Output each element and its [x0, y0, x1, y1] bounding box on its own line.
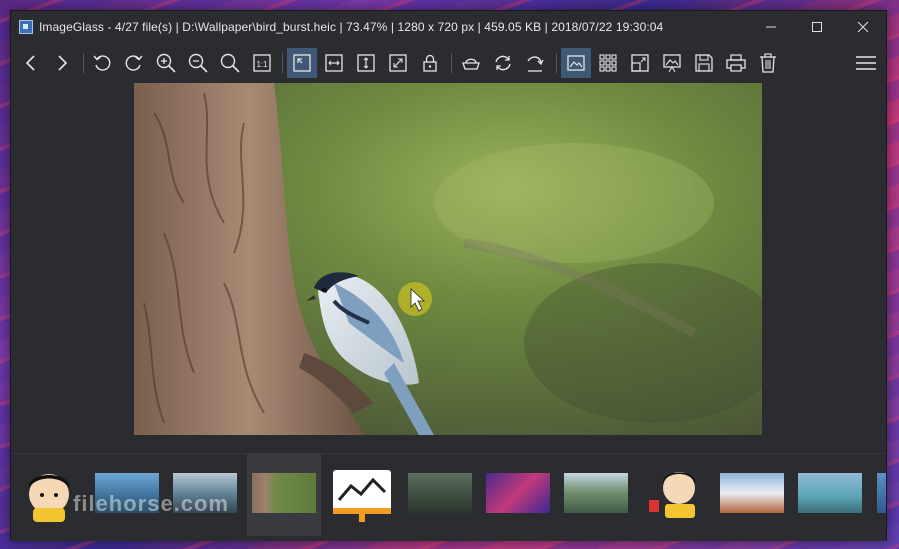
trash-icon — [760, 53, 776, 73]
chart-app-thumbnail — [333, 470, 391, 522]
checkerboard-button[interactable] — [593, 48, 623, 78]
open-with-button[interactable] — [456, 48, 486, 78]
rotate-right-button[interactable] — [119, 48, 149, 78]
thumbnail-item[interactable] — [19, 464, 79, 524]
bird-photo — [134, 83, 762, 435]
thumbnail-bar: filehorse.com — [11, 453, 886, 541]
main-menu-button[interactable] — [851, 48, 881, 78]
open-with-icon — [462, 58, 480, 70]
scale-to-height-button[interactable] — [351, 48, 381, 78]
fullscreen-button[interactable] — [625, 48, 655, 78]
zoom-out-button[interactable] — [183, 48, 213, 78]
svg-text:1:1: 1:1 — [256, 60, 268, 69]
hamburger-menu-icon — [856, 56, 876, 70]
toolbar-separator — [83, 53, 84, 73]
chevron-left-icon — [25, 55, 35, 71]
next-image-button[interactable] — [47, 48, 77, 78]
window-title: ImageGlass - 4/27 file(s) | D:\Wallpaper… — [39, 20, 664, 34]
refresh-button[interactable] — [488, 48, 518, 78]
refresh-icon — [495, 55, 511, 71]
slideshow-icon — [663, 54, 681, 73]
scale-to-width-button[interactable] — [319, 48, 349, 78]
thumbnail-item[interactable] — [486, 473, 550, 513]
scale-to-fit-button[interactable] — [215, 48, 245, 78]
fullscreen-icon — [631, 54, 649, 72]
thumbnail-bar-button[interactable] — [561, 48, 591, 78]
save-icon — [695, 54, 713, 72]
app-icon — [19, 20, 33, 34]
actual-size-button[interactable]: 1:1 — [247, 48, 277, 78]
thumbnail-item[interactable] — [720, 473, 784, 513]
actual-size-icon: 1:1 — [253, 54, 271, 72]
lock-icon — [423, 54, 437, 72]
slideshow-button[interactable] — [657, 48, 687, 78]
scale-fill-icon — [389, 54, 407, 72]
thumbnail-item[interactable] — [408, 473, 472, 513]
thumbnail-item-selected[interactable] — [252, 473, 316, 513]
save-button[interactable] — [689, 48, 719, 78]
thumbnail-item[interactable] — [798, 473, 862, 513]
minimize-icon — [766, 26, 776, 28]
image-viewer[interactable] — [11, 83, 886, 451]
print-icon — [726, 54, 746, 72]
cartoon-reading-thumbnail — [649, 472, 695, 518]
imageglass-window: ImageGlass - 4/27 file(s) | D:\Wallpaper… — [10, 10, 887, 541]
maximize-button[interactable] — [794, 11, 840, 43]
thumbnail-item[interactable] — [564, 473, 628, 513]
scale-height-icon — [357, 54, 375, 72]
goto-image-button[interactable] — [520, 48, 550, 78]
zoom-in-button[interactable] — [151, 48, 181, 78]
zoom-out-icon — [188, 53, 208, 73]
chevron-right-icon — [58, 55, 68, 71]
magnifier-icon — [220, 53, 240, 73]
thumbnail-item[interactable] — [877, 473, 886, 513]
thumbnail-item[interactable] — [643, 464, 705, 524]
grid-icon — [599, 54, 617, 72]
auto-zoom-button[interactable] — [287, 48, 317, 78]
close-icon — [857, 21, 869, 33]
thumbnail-item[interactable] — [331, 468, 393, 524]
minimize-button[interactable] — [748, 11, 794, 43]
image-icon — [567, 55, 585, 71]
auto-zoom-icon — [293, 54, 311, 72]
close-button[interactable] — [840, 11, 886, 43]
rotate-left-button[interactable] — [87, 48, 117, 78]
maximize-icon — [812, 22, 822, 32]
goto-icon — [527, 56, 544, 72]
toolbar-separator — [451, 53, 452, 73]
delete-button[interactable] — [753, 48, 783, 78]
scale-to-fill-button[interactable] — [383, 48, 413, 78]
rotate-left-icon — [93, 55, 111, 71]
toolbar-separator — [282, 53, 283, 73]
previous-image-button[interactable] — [16, 48, 46, 78]
displayed-image[interactable] — [134, 83, 762, 435]
toolbar-separator — [556, 53, 557, 73]
zoom-in-icon — [156, 53, 176, 73]
scale-width-icon — [325, 54, 343, 72]
print-button[interactable] — [721, 48, 751, 78]
rotate-right-icon — [125, 55, 143, 71]
toolbar: 1:1 — [11, 45, 886, 81]
watermark-text: filehorse.com — [73, 491, 230, 516]
title-bar[interactable]: ImageGlass - 4/27 file(s) | D:\Wallpaper… — [11, 11, 886, 43]
cartoon-girl-thumbnail — [29, 474, 69, 522]
lock-zoom-button[interactable] — [415, 48, 445, 78]
